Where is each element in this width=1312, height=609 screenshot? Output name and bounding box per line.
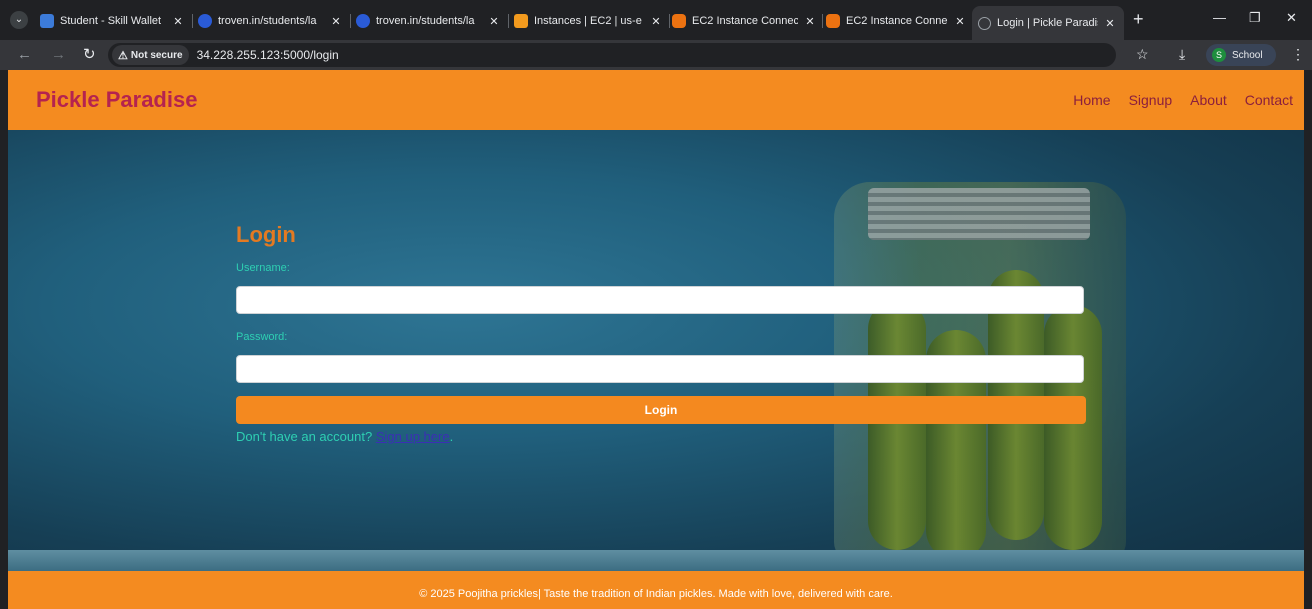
profile-name: School: [1232, 49, 1263, 61]
restore-icon[interactable]: ❐: [1249, 10, 1261, 26]
signup-prompt: Don't have an account? Sign up here.: [236, 429, 1086, 444]
forward-icon[interactable]: →: [51, 45, 66, 65]
download-icon[interactable]: ⤓: [1179, 46, 1185, 63]
hero-background: Login Username: Password: Login Don't ha…: [8, 130, 1304, 571]
username-input[interactable]: [236, 286, 1084, 314]
avatar: S: [1212, 48, 1226, 62]
site-nav: Home Signup About Contact: [1055, 92, 1293, 108]
login-form: Login Username: Password: Login Don't ha…: [236, 222, 1086, 444]
address-bar[interactable]: ⚠ Not secure 34.228.255.123:5000/login: [108, 43, 1116, 67]
nav-home[interactable]: Home: [1073, 92, 1110, 108]
shelf-image: [8, 550, 1304, 571]
tab-separator: [669, 14, 670, 28]
site-header: Pickle Paradise Home Signup About Contac…: [8, 70, 1304, 130]
tab-ec2-instances[interactable]: Instances | EC2 | us-e ✕: [514, 7, 664, 35]
ec2-favicon-icon: [514, 14, 528, 28]
tab-separator: [508, 14, 509, 28]
tab-login-pickle-paradise[interactable]: Login | Pickle Paradis ✕: [972, 6, 1124, 40]
globe-icon: [978, 16, 991, 30]
security-chip[interactable]: ⚠ Not secure: [112, 45, 189, 65]
signup-link[interactable]: Sign up here: [376, 429, 450, 444]
tab-troven-1[interactable]: troven.in/students/la ✕: [198, 7, 344, 35]
web-page: Pickle Paradise Home Signup About Contac…: [8, 70, 1304, 609]
tab-separator: [192, 14, 193, 28]
ec2-connect-favicon-icon: [826, 14, 840, 28]
tab-close-icon[interactable]: ✕: [952, 15, 968, 28]
troven-favicon-icon: [356, 14, 370, 28]
login-title: Login: [236, 222, 296, 247]
tab-close-icon[interactable]: ✕: [170, 15, 186, 28]
reload-icon[interactable]: ↻: [83, 45, 96, 65]
bookmark-star-icon[interactable]: ☆: [1136, 46, 1149, 63]
tab-title: EC2 Instance Connec: [692, 15, 798, 27]
tab-student-skill-wallet[interactable]: Student - Skill Wallet ✕: [40, 7, 186, 35]
profile-button[interactable]: S School: [1206, 44, 1276, 66]
tab-title: troven.in/students/la: [218, 15, 317, 27]
password-input[interactable]: [236, 355, 1084, 383]
tab-separator: [350, 14, 351, 28]
security-label: Not secure: [130, 49, 183, 61]
site-brand[interactable]: Pickle Paradise: [36, 87, 197, 113]
tab-title: EC2 Instance Connec: [846, 15, 948, 27]
tab-ec2-connect-1[interactable]: EC2 Instance Connec ✕: [672, 7, 818, 35]
skill-wallet-favicon-icon: [40, 14, 54, 28]
signup-suffix: .: [449, 429, 454, 444]
tab-title: troven.in/students/la: [376, 15, 475, 27]
ec2-connect-favicon-icon: [672, 14, 686, 28]
tab-ec2-connect-2[interactable]: EC2 Instance Connec ✕: [826, 7, 968, 35]
tab-close-icon[interactable]: ✕: [802, 15, 818, 28]
url-text[interactable]: 34.228.255.123:5000/login: [197, 48, 339, 62]
tab-close-icon[interactable]: ✕: [486, 15, 502, 28]
new-tab-icon[interactable]: +: [1133, 10, 1144, 28]
tab-strip: ⌄ Student - Skill Wallet ✕ troven.in/stu…: [0, 0, 1312, 40]
close-window-icon[interactable]: ✕: [1286, 10, 1297, 26]
nav-about[interactable]: About: [1190, 92, 1227, 108]
nav-contact[interactable]: Contact: [1245, 92, 1293, 108]
tab-close-icon[interactable]: ✕: [328, 15, 344, 28]
tab-title: Instances | EC2 | us-e: [534, 15, 642, 27]
nav-signup[interactable]: Signup: [1129, 92, 1173, 108]
back-icon[interactable]: ←: [17, 45, 32, 65]
tab-close-icon[interactable]: ✕: [1102, 17, 1118, 30]
footer-text: © 2025 Poojitha prickles| Taste the trad…: [419, 588, 893, 600]
username-label: Username:: [236, 262, 290, 274]
tab-close-icon[interactable]: ✕: [648, 15, 664, 28]
troven-favicon-icon: [198, 14, 212, 28]
tab-search-icon[interactable]: ⌄: [10, 11, 28, 29]
menu-icon[interactable]: ⋮: [1291, 46, 1305, 63]
signup-prompt-text: Don't have an account?: [236, 429, 373, 444]
tab-troven-2[interactable]: troven.in/students/la ✕: [356, 7, 502, 35]
tab-title: Login | Pickle Paradis: [997, 17, 1098, 29]
warning-icon: ⚠: [118, 49, 128, 62]
tab-title: Student - Skill Wallet: [60, 15, 162, 27]
browser-toolbar: ← → ↻ ⚠ Not secure 34.228.255.123:5000/l…: [0, 40, 1312, 70]
site-footer: © 2025 Poojitha prickles| Taste the trad…: [8, 571, 1304, 609]
password-label: Password:: [236, 331, 288, 343]
login-button[interactable]: Login: [236, 396, 1086, 424]
tab-separator: [822, 14, 823, 28]
minimize-icon[interactable]: —: [1213, 10, 1226, 25]
